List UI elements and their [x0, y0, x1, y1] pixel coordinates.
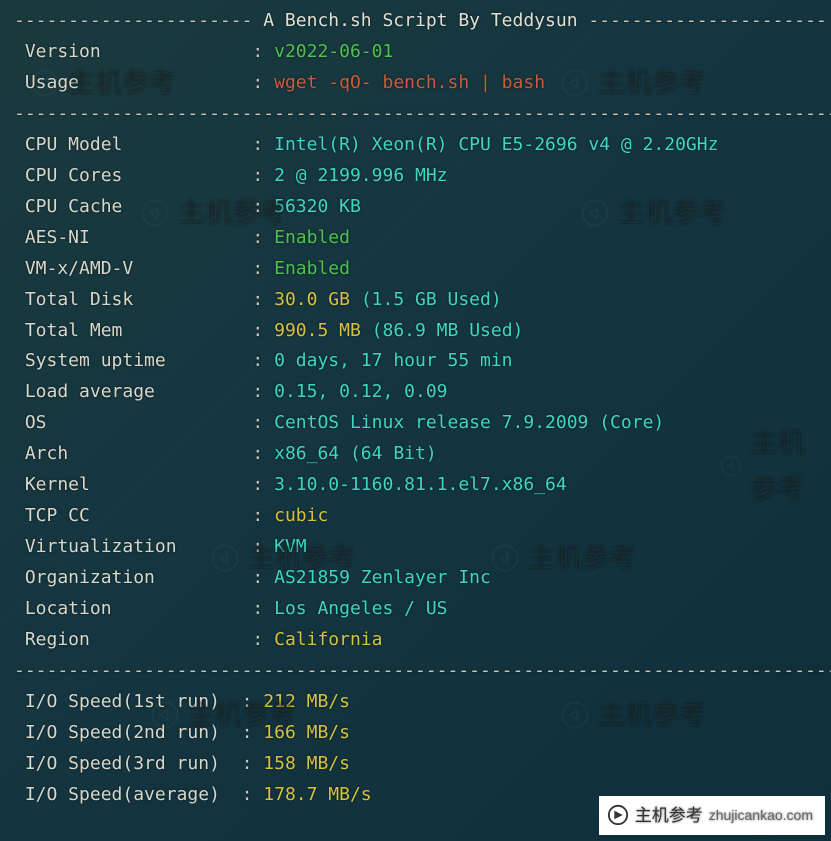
row-uptime: System uptime : 0 days, 17 hour 55 min [14, 346, 821, 377]
header-line: ---------------------- A Bench.sh Script… [14, 6, 821, 37]
row-organization: Organization : AS21859 Zenlayer Inc [14, 563, 821, 594]
site-credit-badge: 主机参考 zhujicankao.com [599, 796, 825, 835]
credit-url: zhujicankao.com [709, 803, 813, 827]
row-total-mem: Total Mem : 990.5 MB (86.9 MB Used) [14, 316, 821, 347]
row-usage: Usage : wget -qO- bench.sh | bash [14, 68, 821, 99]
row-region: Region : California [14, 625, 821, 656]
row-tcp: TCP CC : cubic [14, 501, 821, 532]
row-cpu-cache: CPU Cache : 56320 KB [14, 192, 821, 223]
logo-icon [607, 804, 629, 826]
row-aes-ni: AES-NI : Enabled [14, 223, 821, 254]
row-vmx: VM-x/AMD-V : Enabled [14, 254, 821, 285]
row-io-1: I/O Speed(1st run) : 212 MB/s [14, 687, 821, 718]
divider: ----------------------------------------… [14, 99, 821, 130]
row-load: Load average : 0.15, 0.12, 0.09 [14, 377, 821, 408]
credit-text: 主机参考 [635, 801, 703, 830]
row-version: Version : v2022-06-01 [14, 37, 821, 68]
row-arch: Arch : x86_64 (64 Bit) [14, 439, 821, 470]
row-cpu-cores: CPU Cores : 2 @ 2199.996 MHz [14, 161, 821, 192]
row-io-2: I/O Speed(2nd run) : 166 MB/s [14, 718, 821, 749]
divider: ----------------------------------------… [14, 656, 821, 687]
row-total-disk: Total Disk : 30.0 GB (1.5 GB Used) [14, 285, 821, 316]
row-cpu-model: CPU Model : Intel(R) Xeon(R) CPU E5-2696… [14, 130, 821, 161]
row-location: Location : Los Angeles / US [14, 594, 821, 625]
terminal-output: ---------------------- A Bench.sh Script… [14, 6, 821, 811]
row-os: OS : CentOS Linux release 7.9.2009 (Core… [14, 408, 821, 439]
row-io-3: I/O Speed(3rd run) : 158 MB/s [14, 749, 821, 780]
row-kernel: Kernel : 3.10.0-1160.81.1.el7.x86_64 [14, 470, 821, 501]
row-virtualization: Virtualization : KVM [14, 532, 821, 563]
